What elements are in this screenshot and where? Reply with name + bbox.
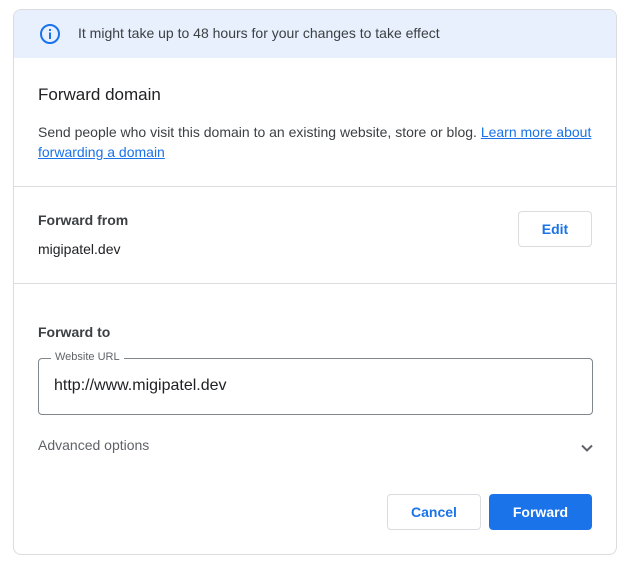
info-icon (40, 24, 60, 44)
banner-text: It might take up to 48 hours for your ch… (78, 25, 440, 41)
cancel-button[interactable]: Cancel (387, 494, 481, 530)
forward-from-label: Forward from (38, 212, 129, 228)
divider (14, 186, 616, 187)
page-title: Forward domain (38, 85, 161, 104)
website-url-field[interactable]: Website URL (38, 351, 593, 415)
info-banner: It might take up to 48 hours for your ch… (14, 10, 616, 58)
website-url-input[interactable] (54, 374, 574, 398)
description-text: Send people who visit this domain to an … (38, 124, 477, 140)
divider (14, 283, 616, 284)
description: Send people who visit this domain to an … (38, 122, 598, 162)
edit-button[interactable]: Edit (518, 211, 592, 247)
forward-from-value: migipatel.dev (38, 241, 121, 257)
advanced-options-toggle[interactable]: Advanced options (38, 437, 149, 453)
website-url-label: Website URL (51, 351, 124, 363)
forward-domain-card: It might take up to 48 hours for your ch… (13, 9, 617, 555)
forward-button[interactable]: Forward (489, 494, 592, 530)
chevron-down-icon[interactable] (580, 441, 594, 455)
forward-to-label: Forward to (38, 324, 111, 340)
